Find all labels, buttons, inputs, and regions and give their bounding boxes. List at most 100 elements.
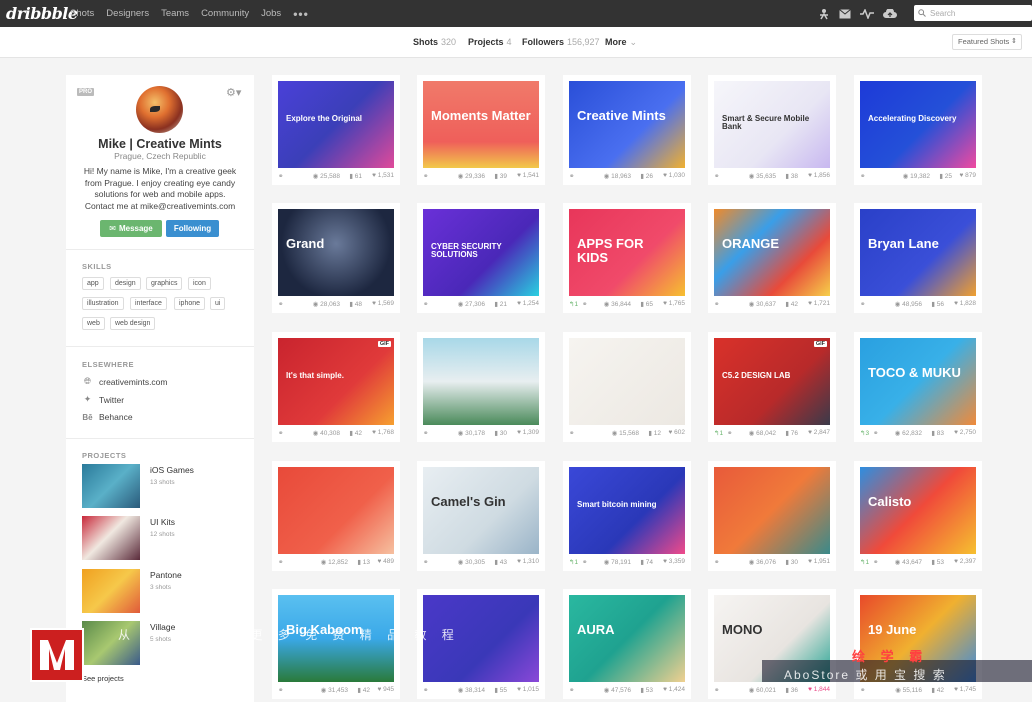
shot-thumbnail[interactable]: ORANGE — [714, 209, 830, 296]
likes-count[interactable]: ♥ 945 — [377, 686, 394, 693]
attachment-icon[interactable]: ⚭ — [714, 558, 719, 566]
comments-count[interactable]: ▮ 83 — [931, 429, 944, 437]
likes-count[interactable]: ♥ 2,750 — [954, 429, 976, 436]
likes-count[interactable]: ♥ 1,844 — [808, 686, 830, 693]
attachment-icon[interactable]: ⚭ — [714, 172, 719, 180]
skill-tag[interactable]: web design — [110, 317, 156, 330]
likes-count[interactable]: ♥ 1,951 — [808, 558, 830, 565]
likes-count[interactable]: ♥ 1,030 — [663, 172, 685, 179]
rebound-count[interactable]: ↰1 — [569, 300, 578, 308]
comments-count[interactable]: ▮ 25 — [939, 172, 952, 180]
shot-card[interactable]: Accelerating Discovery ⚭ ♥ 879 ▮ 25 ◉ 19,382 — [854, 75, 982, 185]
comments-count[interactable]: ▮ 48 — [349, 300, 362, 308]
shot-thumbnail[interactable]: C5.2 DESIGN LAB GIF — [714, 338, 830, 425]
comments-count[interactable]: ▮ 30 — [494, 429, 507, 437]
shot-card[interactable]: C5.2 DESIGN LAB GIF ↰1 ⚭ ♥ 2,847 ▮ 76 ◉ 68,042 — [708, 332, 836, 442]
shot-card[interactable]: ⚭ ♥ 1,309 ▮ 30 ◉ 30,178 — [417, 332, 545, 442]
likes-count[interactable]: ♥ 1,310 — [517, 558, 539, 565]
attachment-icon[interactable]: ⚭ — [278, 300, 283, 308]
shot-thumbnail[interactable]: AURA — [569, 595, 685, 682]
shot-thumbnail[interactable] — [569, 338, 685, 425]
skill-tag[interactable]: graphics — [146, 277, 183, 290]
likes-count[interactable]: ♥ 879 — [959, 172, 976, 179]
shot-card[interactable]: AURA ⚭ ♥ 1,424 ▮ 53 ◉ 47,576 — [563, 589, 691, 699]
attachment-icon[interactable]: ⚭ — [423, 429, 428, 437]
skill-tag[interactable]: interface — [130, 297, 167, 310]
shot-card[interactable]: APPS FOR KIDS ↰1 ⚭ ♥ 1,765 ▮ 65 ◉ 36,844 — [563, 203, 691, 313]
attachment-icon[interactable]: ⚭ — [278, 558, 283, 566]
website-link[interactable]: 🌐︎ creativemints.com — [82, 376, 168, 387]
attachment-icon[interactable]: ⚭ — [873, 429, 878, 437]
project-thumb[interactable] — [82, 569, 140, 613]
shot-thumbnail[interactable]: Creative Mints — [569, 81, 685, 168]
attachment-icon[interactable]: ⚭ — [569, 686, 574, 694]
nav-link-jobs[interactable]: Jobs — [261, 8, 281, 19]
rebound-count[interactable]: ↰1 — [860, 558, 869, 566]
attachment-icon[interactable]: ⚭ — [569, 429, 574, 437]
shot-thumbnail[interactable]: Moments Matter — [423, 81, 539, 168]
shot-card[interactable]: Big Kaboom ⚭ ♥ 945 ▮ 42 ◉ 31,453 — [272, 589, 400, 699]
comments-count[interactable]: ▮ 30 — [785, 558, 798, 566]
comments-count[interactable]: ▮ 53 — [931, 558, 944, 566]
comments-count[interactable]: ▮ 55 — [494, 686, 507, 694]
see-projects-link[interactable]: See projects — [82, 674, 124, 683]
nav-link-designers[interactable]: Designers — [106, 8, 149, 19]
comments-count[interactable]: ▮ 42 — [931, 686, 944, 694]
project-title[interactable]: Pantone — [150, 570, 182, 580]
likes-count[interactable]: ♥ 1,254 — [517, 300, 539, 307]
shot-card[interactable]: Explore the Original ⚭ ♥ 1,531 ▮ 61 ◉ 25,588 — [272, 75, 400, 185]
shot-card[interactable]: ORANGE ⚭ ♥ 1,721 ▮ 42 ◉ 30,637 — [708, 203, 836, 313]
behance-link[interactable]: Bē Behance — [82, 412, 132, 422]
skill-tag[interactable]: illustration — [82, 297, 124, 310]
project-title[interactable]: iOS Games — [150, 465, 194, 475]
attachment-icon[interactable]: ⚭ — [860, 300, 865, 308]
comments-count[interactable]: ▮ 26 — [640, 172, 653, 180]
comments-count[interactable]: ▮ 21 — [494, 300, 507, 308]
comments-count[interactable]: ▮ 12 — [648, 429, 661, 437]
shot-card[interactable]: Camel's Gin ⚭ ♥ 1,310 ▮ 43 ◉ 30,305 — [417, 461, 545, 571]
shot-card[interactable]: Smart bitcoin mining ↰1 ⚭ ♥ 3,359 ▮ 74 ◉ 78,1… — [563, 461, 691, 571]
skill-tag[interactable]: web — [82, 317, 105, 330]
comments-count[interactable]: ▮ 42 — [785, 300, 798, 308]
likes-count[interactable]: ♥ 1,721 — [808, 300, 830, 307]
likes-count[interactable]: ♥ 2,847 — [808, 429, 830, 436]
likes-count[interactable]: ♥ 1,745 — [954, 686, 976, 693]
likes-count[interactable]: ♥ 2,397 — [954, 558, 976, 565]
attachment-icon[interactable]: ⚭ — [873, 558, 878, 566]
attachment-icon[interactable]: ⚭ — [278, 429, 283, 437]
comments-count[interactable]: ▮ 65 — [640, 300, 653, 308]
featured-shots-select[interactable]: Featured Shots ⇕ — [952, 34, 1022, 50]
rebound-count[interactable]: ↰1 — [714, 429, 723, 437]
likes-count[interactable]: ♥ 602 — [668, 429, 685, 436]
attachment-icon[interactable]: ⚭ — [423, 686, 428, 694]
comments-count[interactable]: ▮ 39 — [494, 172, 507, 180]
search-input[interactable]: Search — [914, 5, 1032, 21]
attachment-icon[interactable]: ⚭ — [582, 558, 587, 566]
rebound-count[interactable]: ↰3 — [860, 429, 869, 437]
likes-count[interactable]: ♥ 1,765 — [663, 300, 685, 307]
mail-icon[interactable] — [839, 8, 851, 19]
shot-thumbnail[interactable]: APPS FOR KIDS — [569, 209, 685, 296]
attachment-icon[interactable]: ⚭ — [569, 172, 574, 180]
shot-thumbnail[interactable]: CYBER SECURITY SOLUTIONS — [423, 209, 539, 296]
shot-thumbnail[interactable]: Grand — [278, 209, 394, 296]
attachment-icon[interactable]: ⚭ — [423, 558, 428, 566]
shot-card[interactable]: Smart & Secure Mobile Bank ⚭ ♥ 1,856 ▮ 38 ◉ … — [708, 75, 836, 185]
comments-count[interactable]: ▮ 61 — [349, 172, 362, 180]
project-title[interactable]: UI Kits — [150, 517, 175, 527]
comments-count[interactable]: ▮ 42 — [357, 686, 370, 694]
comments-count[interactable]: ▮ 42 — [349, 429, 362, 437]
shot-thumbnail[interactable]: Calisto — [860, 467, 976, 554]
avatar[interactable] — [136, 86, 183, 133]
likes-count[interactable]: ♥ 1,768 — [372, 429, 394, 436]
attachment-icon[interactable]: ⚭ — [727, 429, 732, 437]
nav-link-community[interactable]: Community — [201, 8, 249, 19]
comments-count[interactable]: ▮ 56 — [931, 300, 944, 308]
shot-card[interactable]: TOCO & MUKU ↰3 ⚭ ♥ 2,750 ▮ 83 ◉ 62,832 — [854, 332, 982, 442]
comments-count[interactable]: ▮ 53 — [640, 686, 653, 694]
shot-thumbnail[interactable]: It's that simple. GIF — [278, 338, 394, 425]
gear-icon[interactable]: ⚙▾ — [226, 86, 241, 99]
attachment-icon[interactable]: ⚭ — [860, 686, 865, 694]
twitter-link[interactable]: ✦ Twitter — [82, 394, 124, 405]
attachment-icon[interactable]: ⚭ — [278, 172, 283, 180]
